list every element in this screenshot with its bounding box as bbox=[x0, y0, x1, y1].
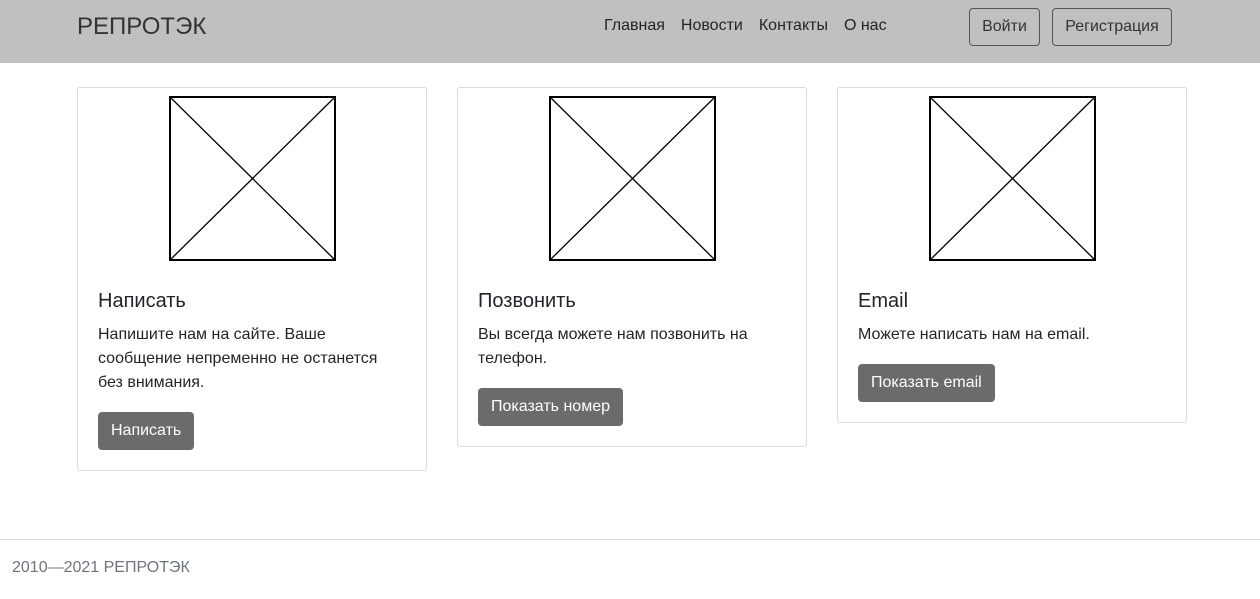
card-title: Email bbox=[858, 290, 909, 312]
footer-copyright: 2010—2021 РЕПРОТЭК bbox=[12, 559, 190, 576]
card-title: Написать bbox=[98, 290, 186, 312]
main-nav: Главная Новости Контакты О нас bbox=[596, 16, 895, 36]
nav-link-news[interactable]: Новости bbox=[673, 16, 751, 36]
show-phone-button[interactable]: Показать номер bbox=[478, 388, 623, 426]
brand-logo[interactable]: РЕПРОТЭК bbox=[77, 13, 206, 41]
card-text: Напишите нам на сайте. Ваше сообщение не… bbox=[98, 326, 378, 391]
card-write: Написать Напишите нам на сайте. Ваше соо… bbox=[77, 87, 427, 471]
nav-link-about[interactable]: О нас bbox=[836, 16, 895, 36]
nav-link-home[interactable]: Главная bbox=[596, 16, 673, 36]
navbar: РЕПРОТЭК Главная Новости Контакты О нас … bbox=[0, 0, 1260, 63]
login-button[interactable]: Войти bbox=[969, 8, 1040, 46]
card-text: Вы всегда можете нам позвонить на телефо… bbox=[478, 326, 748, 367]
nav-link-contacts[interactable]: Контакты bbox=[751, 16, 836, 36]
card-title: Позвонить bbox=[478, 290, 576, 312]
card-call: Позвонить Вы всегда можете нам позвонить… bbox=[457, 87, 807, 447]
image-placeholder-icon bbox=[549, 96, 716, 261]
write-button[interactable]: Написать bbox=[98, 412, 195, 450]
card-email: Email Можете написать нам на email. Пока… bbox=[837, 87, 1187, 423]
show-email-button[interactable]: Показать email bbox=[858, 364, 995, 402]
card-text: Можете написать нам на email. bbox=[858, 326, 1090, 343]
image-placeholder-icon bbox=[929, 96, 1096, 261]
footer-divider bbox=[0, 539, 1260, 540]
signup-button[interactable]: Регистрация bbox=[1052, 8, 1172, 46]
image-placeholder-icon bbox=[169, 96, 336, 261]
